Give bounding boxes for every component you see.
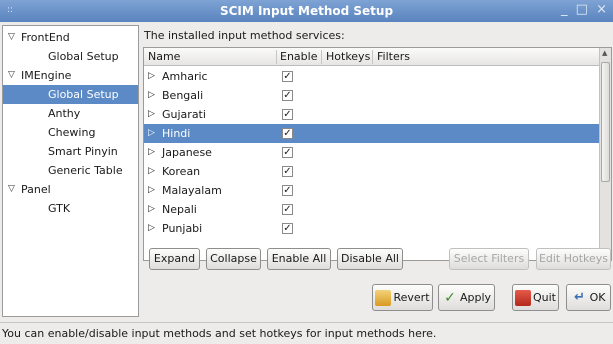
- tree-item-gtk[interactable]: GTK: [3, 199, 138, 218]
- list-item[interactable]: ▷ Malayalam ✓: [144, 181, 600, 200]
- tree-item-generic-table[interactable]: Generic Table: [3, 161, 138, 180]
- enable-checkbox[interactable]: ✓: [282, 185, 293, 196]
- title-bar: :: SCIM Input Method Setup _ □ ×: [0, 0, 613, 22]
- list-item[interactable]: ▷ Korean ✓: [144, 162, 600, 181]
- tree-item-imengine-global-setup[interactable]: Global Setup: [3, 85, 138, 104]
- expander-icon[interactable]: ▽: [8, 180, 15, 199]
- list-item[interactable]: ▷ Japanese ✓: [144, 143, 600, 162]
- quit-icon: [515, 290, 531, 306]
- list-header: Name Enable Hotkeys Filters: [144, 48, 600, 66]
- collapse-button[interactable]: Collapse: [206, 248, 261, 270]
- expander-icon[interactable]: ▷: [148, 200, 155, 219]
- expander-icon[interactable]: ▽: [8, 66, 15, 85]
- tree-item-smart-pinyin[interactable]: Smart Pinyin: [3, 142, 138, 161]
- expand-button[interactable]: Expand: [149, 248, 200, 270]
- scroll-up-icon[interactable]: ▲: [602, 49, 607, 57]
- enable-checkbox[interactable]: ✓: [282, 128, 293, 139]
- disable-all-button[interactable]: Disable All: [337, 248, 403, 270]
- tree-item-chewing[interactable]: Chewing: [3, 123, 138, 142]
- select-filters-button[interactable]: Select Filters: [449, 248, 529, 270]
- imengine-global-setup-page: The installed input method services: Nam…: [142, 25, 613, 317]
- tree-item-imengine[interactable]: ▽ IMEngine: [3, 66, 138, 85]
- window-controls[interactable]: _ □ ×: [561, 2, 609, 17]
- list-item-selected[interactable]: ▷ Hindi ✓: [144, 124, 600, 143]
- tree-item-frontend-global-setup[interactable]: Global Setup: [3, 47, 138, 66]
- expander-icon[interactable]: ▷: [148, 105, 155, 124]
- tree-item-anthy[interactable]: Anthy: [3, 104, 138, 123]
- revert-icon: [375, 290, 392, 306]
- services-list: Name Enable Hotkeys Filters ▷ Amharic ✓ …: [143, 47, 612, 261]
- enable-all-button[interactable]: Enable All: [267, 248, 331, 270]
- status-bar: You can enable/disable input methods and…: [0, 322, 613, 344]
- enable-checkbox[interactable]: ✓: [282, 204, 293, 215]
- category-tree: ▽ FrontEnd Global Setup ▽ IMEngine Globa…: [2, 25, 139, 317]
- expander-icon[interactable]: ▷: [148, 86, 155, 105]
- column-header-filters[interactable]: Filters: [377, 50, 410, 63]
- list-item[interactable]: ▷ Amharic ✓: [144, 67, 600, 86]
- edit-hotkeys-button[interactable]: Edit Hotkeys: [536, 248, 611, 270]
- apply-button[interactable]: ✓ Apply: [438, 284, 495, 311]
- ok-arrow-icon: ↵: [574, 290, 586, 305]
- expander-icon[interactable]: ▷: [148, 181, 155, 200]
- list-item[interactable]: ▷ Bengali ✓: [144, 86, 600, 105]
- list-item[interactable]: ▷ Punjabi ✓: [144, 219, 600, 238]
- ok-button[interactable]: ↵ OK: [566, 284, 611, 311]
- enable-checkbox[interactable]: ✓: [282, 147, 293, 158]
- revert-button[interactable]: Revert: [372, 284, 433, 311]
- column-header-hotkeys[interactable]: Hotkeys: [326, 50, 370, 63]
- scrollbar-thumb[interactable]: [601, 62, 610, 182]
- expander-icon[interactable]: ▽: [8, 28, 15, 47]
- window-title: SCIM Input Method Setup: [219, 4, 394, 18]
- expander-icon[interactable]: ▷: [148, 162, 155, 181]
- list-item[interactable]: ▷ Nepali ✓: [144, 200, 600, 219]
- enable-checkbox[interactable]: ✓: [282, 166, 293, 177]
- enable-checkbox[interactable]: ✓: [282, 71, 293, 82]
- expander-icon[interactable]: ▷: [148, 143, 155, 162]
- column-header-enable[interactable]: Enable: [280, 50, 317, 63]
- tree-item-frontend[interactable]: ▽ FrontEnd: [3, 28, 138, 47]
- expander-icon[interactable]: ▷: [148, 124, 155, 143]
- list-item[interactable]: ▷ Gujarati ✓: [144, 105, 600, 124]
- checkmark-icon: ✓: [444, 290, 456, 306]
- enable-checkbox[interactable]: ✓: [282, 90, 293, 101]
- services-heading: The installed input method services:: [144, 29, 345, 42]
- enable-checkbox[interactable]: ✓: [282, 223, 293, 234]
- tree-item-panel[interactable]: ▽ Panel: [3, 180, 138, 199]
- expander-icon[interactable]: ▷: [148, 219, 155, 238]
- vertical-scrollbar[interactable]: ▲ ▼: [599, 48, 611, 260]
- quit-button[interactable]: Quit: [512, 284, 559, 311]
- column-header-name[interactable]: Name: [148, 50, 180, 63]
- expander-icon[interactable]: ▷: [148, 67, 155, 86]
- enable-checkbox[interactable]: ✓: [282, 109, 293, 120]
